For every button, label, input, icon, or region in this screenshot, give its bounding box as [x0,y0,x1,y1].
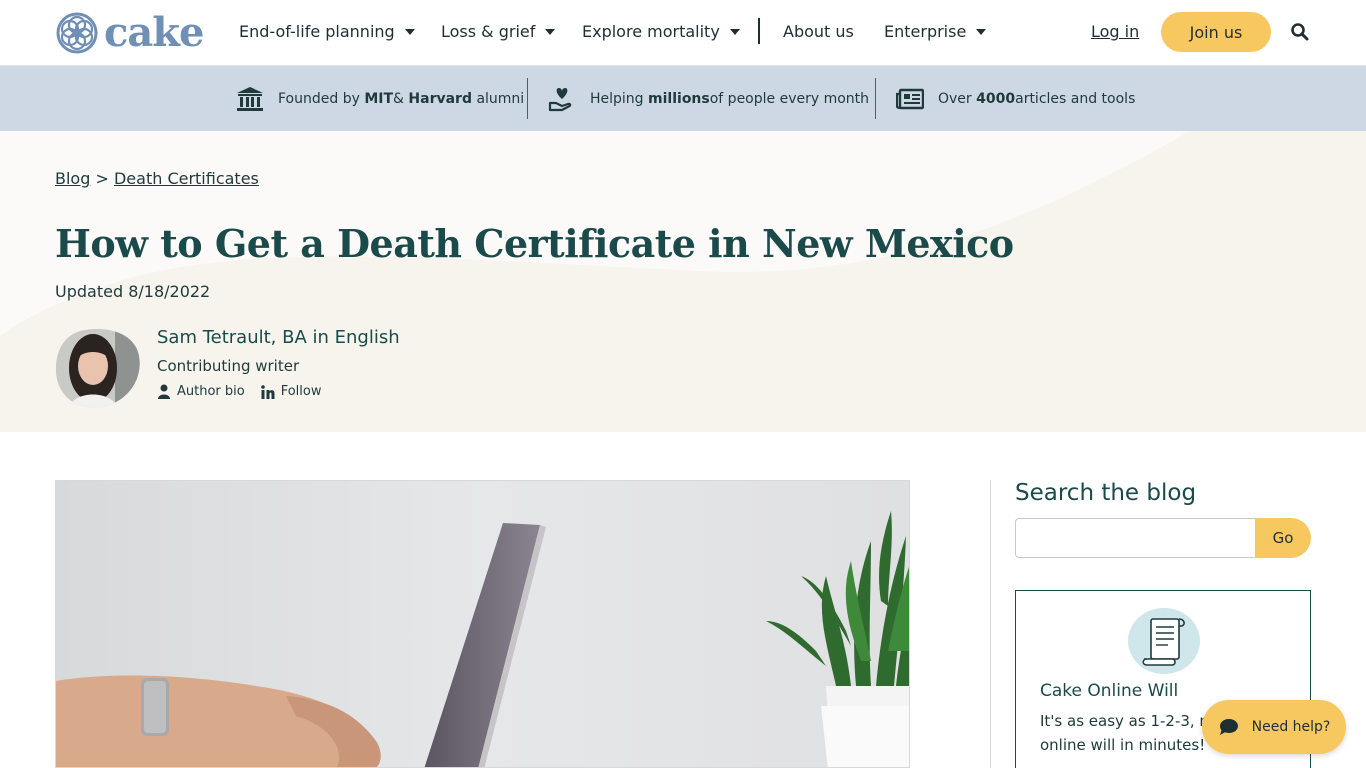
breadcrumb-separator: > [95,169,109,188]
nav-label: Enterprise [884,22,967,41]
linkedin-icon [260,384,275,399]
caret-down-icon [545,28,556,35]
search-blog-input[interactable] [1015,518,1257,558]
sidebar-divider [990,480,991,768]
nav-label: About us [783,22,854,41]
trust-mid: articles and tools [1015,91,1136,107]
author-avatar[interactable] [55,328,141,408]
nav-enterprise[interactable]: Enterprise [884,22,987,41]
breadcrumb-death-certificates[interactable]: Death Certificates [114,169,259,188]
trust-bold: Harvard [408,91,472,107]
trust-mid: & [393,91,404,107]
trust-bold: millions [648,91,710,107]
search-blog-title: Search the blog [1015,480,1197,506]
follow-label: Follow [280,384,322,399]
author-bio-label: Author bio [177,384,245,399]
caret-down-icon [729,28,740,35]
user-icon [157,384,171,399]
need-help-label: Need help? [1251,719,1331,735]
trust-post: alumni [476,91,525,107]
author-bio-link[interactable]: Author bio [157,384,245,399]
laptop-photo [56,481,909,767]
author-name[interactable]: Sam Tetrault, BA in English [157,327,400,348]
need-help-button[interactable]: Need help? [1202,700,1346,754]
nav-about-us[interactable]: About us [783,22,854,41]
logo-flower-icon [56,12,98,54]
logo-text: cake [104,9,204,56]
nav-label: Loss & grief [441,22,536,41]
login-link[interactable]: Log in [1091,22,1139,41]
caret-down-icon [976,28,987,35]
author-links: Author bio Follow [157,384,338,399]
trust-item-articles: Over 4000 articles and tools [896,84,1135,114]
trust-item-founded: Founded by MIT & Harvard alumni [236,84,524,114]
updated-date: Updated 8/18/2022 [55,282,211,301]
page: cake End-of-life planning Loss & grief E… [0,0,1366,768]
trust-bar: Founded by MIT & Harvard alumni Helping … [0,66,1366,131]
trust-divider [527,78,528,119]
nav-label: End-of-life planning [239,22,395,41]
nav-end-of-life-planning[interactable]: End-of-life planning [239,22,415,41]
caret-down-icon [404,28,415,35]
article-hero: Blog > Death Certificates How to Get a D… [0,131,1366,432]
breadcrumb: Blog > Death Certificates [55,169,259,188]
institution-icon [236,86,264,112]
chat-bubble-icon [1218,717,1240,737]
page-title: How to Get a Death Certificate in New Me… [55,221,1014,266]
newspaper-icon [896,88,924,110]
nav-label: Explore mortality [582,22,720,41]
trust-pre: Over [938,91,972,107]
search-go-button[interactable]: Go [1255,518,1311,558]
trust-pre: Founded by [278,91,360,107]
scroll-document-icon [1128,608,1200,674]
breadcrumb-blog[interactable]: Blog [55,169,90,188]
follow-link[interactable]: Follow [260,384,322,399]
trust-bold: 4000 [976,91,1016,107]
logo[interactable]: cake [56,9,204,56]
search-icon[interactable] [1290,22,1310,42]
heart-hand-icon [548,85,576,113]
trust-item-helping: Helping millions of people every month [548,84,869,114]
author-role: Contributing writer [157,357,300,375]
trust-pre: Helping [590,91,644,107]
trust-mid: of people every month [709,91,870,107]
trust-divider [875,78,876,119]
will-card-title: Cake Online Will [1040,681,1179,701]
site-header: cake End-of-life planning Loss & grief E… [0,0,1366,66]
nav-loss-grief[interactable]: Loss & grief [441,22,556,41]
trust-bold: MIT [364,91,394,107]
nav-divider [758,18,760,44]
article-hero-image [55,480,910,768]
join-button[interactable]: Join us [1161,12,1271,52]
nav-explore-mortality[interactable]: Explore mortality [582,22,740,41]
